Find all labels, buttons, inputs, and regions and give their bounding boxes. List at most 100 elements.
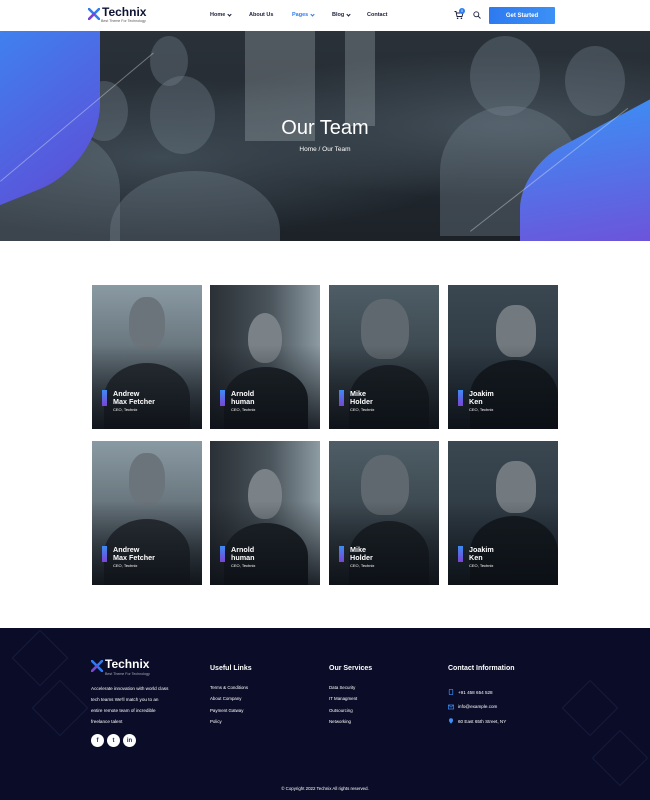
- nav-label: Home: [210, 12, 226, 18]
- nav-item-pages[interactable]: Pages: [292, 11, 332, 18]
- footer-link[interactable]: Payment Gatway: [210, 708, 252, 719]
- logo-mark-icon: [88, 8, 100, 20]
- team-card[interactable]: Joakim Ken CEO, Technix: [448, 441, 558, 585]
- footer-decor: [31, 679, 89, 737]
- card-shade: [329, 501, 439, 585]
- team-card[interactable]: Arnold human CEO, Technix: [210, 441, 320, 585]
- page-title: Our Team: [281, 117, 369, 139]
- footer-contact: Contact Information +91 458 654 528 info…: [448, 665, 515, 729]
- member-role: CEO, Technix: [469, 407, 494, 412]
- hero-person: [565, 46, 625, 116]
- nav-label: About Us: [249, 12, 274, 18]
- footer-link[interactable]: About Company: [210, 696, 252, 707]
- team-card[interactable]: Andrew Max Fetcher CEO, Technix: [92, 441, 202, 585]
- card-shade: [210, 501, 320, 585]
- nav-item-home[interactable]: Home: [210, 11, 249, 18]
- nav-item-blog[interactable]: Blog: [332, 11, 367, 18]
- member-role: CEO, Technix: [231, 407, 256, 412]
- card-shade: [329, 345, 439, 429]
- member-name: Andrew Max Fetcher: [113, 389, 155, 407]
- footer-link[interactable]: IT Managment: [329, 696, 372, 707]
- site-footer: Technix Best Theme For Technology Accele…: [0, 628, 650, 800]
- footer-decor: [561, 679, 619, 737]
- footer-link[interactable]: Outsourcing: [329, 708, 372, 719]
- nav-item-contact[interactable]: Contact: [367, 12, 387, 18]
- card-shade: [92, 345, 202, 429]
- member-name: Mike Holder: [350, 545, 373, 563]
- chevron-down-icon: [310, 11, 315, 17]
- card-shade: [92, 501, 202, 585]
- cart-count-badge: 0: [459, 8, 465, 14]
- member-name: Arnold human: [231, 389, 255, 407]
- footer-services: Our Services Data Security IT Managment …: [329, 665, 372, 730]
- hero-window: [345, 31, 375, 126]
- footer-link[interactable]: Data Security: [329, 685, 372, 696]
- mail-icon: [448, 704, 454, 710]
- accent-bar: [220, 390, 225, 406]
- card-shade: [210, 345, 320, 429]
- accent-bar: [102, 390, 107, 406]
- accent-bar: [102, 546, 107, 562]
- footer-column-title: Contact Information: [448, 665, 515, 672]
- footer-link[interactable]: Networking: [329, 719, 372, 730]
- footer-link[interactable]: Policy: [210, 719, 252, 730]
- brand-tagline: Best Theme For Technology: [101, 19, 146, 23]
- member-role: CEO, Technix: [469, 563, 494, 568]
- page-hero: Our Team Home / Our Team: [0, 31, 650, 241]
- brand-name: Technix: [102, 5, 147, 19]
- hero-person: [110, 171, 280, 241]
- team-photo-head: [129, 453, 165, 505]
- member-role: CEO, Technix: [113, 407, 138, 412]
- footer-decor: [11, 629, 69, 687]
- contact-phone[interactable]: +91 458 654 528: [448, 685, 515, 700]
- team-card[interactable]: Joakim Ken CEO, Technix: [448, 285, 558, 429]
- team-card[interactable]: Arnold human CEO, Technix: [210, 285, 320, 429]
- team-card[interactable]: Andrew Max Fetcher CEO, Technix: [92, 285, 202, 429]
- contact-address-text: 60 East 65th Street, NY: [458, 718, 507, 724]
- facebook-icon[interactable]: f: [91, 734, 104, 747]
- logo-mark-icon: [91, 660, 103, 672]
- contact-phone-text: +91 458 654 528: [458, 689, 493, 695]
- footer-column-title: Useful Links: [210, 665, 252, 672]
- team-photo-head: [129, 297, 165, 349]
- nav-label: Pages: [292, 12, 309, 18]
- brand-logo[interactable]: Technix Best Theme For Technology: [88, 5, 147, 23]
- member-role: CEO, Technix: [113, 563, 138, 568]
- footer-brand-name: Technix: [105, 657, 150, 671]
- card-shade: [448, 501, 558, 585]
- location-pin-icon: [449, 718, 453, 725]
- nav-item-about-us[interactable]: About Us: [249, 12, 292, 18]
- footer-brand-tagline: Best Theme For Technology: [105, 672, 150, 676]
- social-links: f t in: [91, 734, 139, 747]
- accent-bar: [339, 390, 344, 406]
- breadcrumb[interactable]: Home / Our Team: [0, 146, 650, 153]
- footer-about-text: Accelerate innovation with world class t…: [91, 686, 169, 724]
- team-card[interactable]: Mike Holder CEO, Technix: [329, 285, 439, 429]
- footer-brand-logo[interactable]: Technix: [91, 658, 149, 672]
- linkedin-icon[interactable]: in: [123, 734, 136, 747]
- team-card[interactable]: Mike Holder CEO, Technix: [329, 441, 439, 585]
- accent-bar: [458, 390, 463, 406]
- nav-label: Blog: [332, 12, 345, 18]
- contact-email-text: info@example.com: [458, 704, 498, 710]
- footer-useful-links: Useful Links Terms & Conditions About Co…: [210, 665, 252, 730]
- footer-link[interactable]: Terms & Conditions: [210, 685, 252, 696]
- search-icon[interactable]: [473, 11, 481, 19]
- hero-person: [470, 36, 540, 116]
- contact-email[interactable]: info@example.com: [448, 700, 515, 715]
- member-role: CEO, Technix: [350, 563, 375, 568]
- chevron-down-icon: [227, 11, 232, 17]
- get-started-button[interactable]: Get Started: [489, 7, 555, 24]
- member-role: CEO, Technix: [350, 407, 375, 412]
- member-name: Joakim Ken: [469, 545, 494, 563]
- card-shade: [448, 345, 558, 429]
- copyright-text: © Copyright 2022 Technix All rights rese…: [281, 786, 369, 791]
- accent-bar: [339, 546, 344, 562]
- member-name: Andrew Max Fetcher: [113, 545, 155, 563]
- member-name: Joakim Ken: [469, 389, 494, 407]
- member-name: Arnold human: [231, 545, 255, 563]
- footer-decor: [591, 729, 649, 787]
- member-role: CEO, Technix: [231, 563, 256, 568]
- nav-label: Contact: [367, 12, 388, 18]
- twitter-icon[interactable]: t: [107, 734, 120, 747]
